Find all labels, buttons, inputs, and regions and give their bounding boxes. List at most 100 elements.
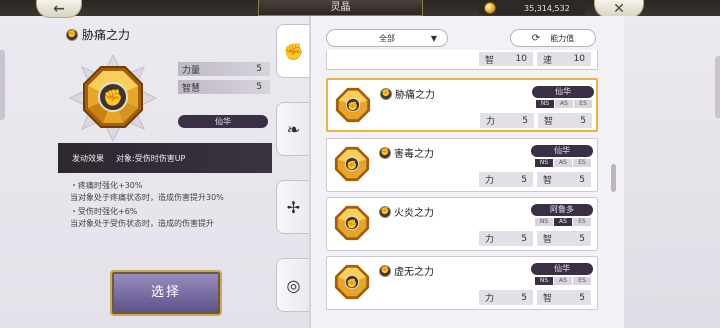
stat-value: 10 [573,54,585,64]
tab-swirl[interactable]: ❧ [276,102,310,156]
crystal-emblem-icon: ✊ [379,205,391,218]
sort-button[interactable]: ⟳ 能力值 [510,29,596,47]
item-name-text: 害毒之力 [394,149,434,160]
close-icon: ✕ [613,0,625,17]
filter-label: 全部 [379,33,395,43]
class-badge: 阿鲁多 [531,204,593,216]
detail-title: ✊ 胁痛之力 [66,26,130,43]
effect-header: 发动效果 对象:受伤时伤害UP [58,143,272,173]
class-badge: 仙华 [531,145,593,157]
swirl-icon: ❧ [286,119,301,139]
stat-label: 速 [543,55,553,66]
item-name: ✊ 火炎之力 [379,204,434,219]
attr-as: AS [554,159,572,167]
item-name: ✊ 虚无之力 [379,263,434,278]
stat-int: 智 5 [538,113,592,128]
attr-ns: NS [536,100,554,108]
crystal-gem-image: ✊ [68,53,158,143]
stat-label: 力 [485,294,495,304]
stat-int: 智 10 [479,52,533,66]
stat-value: 5 [579,233,585,244]
stat-power: 力 5 [479,290,533,305]
svg-text:✊: ✊ [103,88,123,107]
stat-int: 智 5 [537,172,591,187]
gem-icon: ✊ [68,53,158,143]
class-badge: 仙华 [532,86,594,98]
svg-text:✊: ✊ [347,219,358,230]
class-badge: 仙华 [531,263,593,275]
left-edge-strip [0,50,5,120]
effect-item: ・疼痛时强化+30% 当对象处于疼痛状态时，造成伤害提升30% [70,180,224,204]
list-item[interactable]: ✊ ✊ 虚无之力 仙华 NS AS ES 力 5 智 5 [326,256,598,310]
attr-ns: NS [535,218,553,226]
stat-power: 力 5 [480,113,534,128]
item-name: ✊ 害毒之力 [379,145,434,160]
svg-text:✊: ✊ [347,278,358,289]
stat-label: 力 [486,117,496,127]
stat-value: 5 [256,82,262,92]
attr-badges: NS AS ES [535,159,592,167]
refresh-icon: ⟳ [531,32,541,44]
vortex-icon: ◎ [286,275,301,295]
back-button[interactable]: ← [36,0,82,18]
stat-value: 5 [256,64,262,74]
effect-item: ・受伤时强化+6% 当对象处于受伤状态时，造成的伤害提升 [70,206,214,230]
svg-text:✊: ✊ [348,101,359,112]
attr-ns: NS [535,277,553,285]
select-button[interactable]: 选择 [110,270,222,316]
attr-as: AS [555,100,573,108]
tab-fist[interactable]: ✊ [276,24,310,78]
stat-power: 力 5 [479,231,533,246]
stat-label: 智慧 [182,83,201,94]
effect-title: ・受伤时强化+6% [70,207,138,216]
chevron-down-icon: ▼ [430,34,437,43]
gem-icon: ✊ [334,264,370,300]
stat-value: 5 [521,174,527,185]
stat-label: 力量 [182,65,201,76]
effect-target: 对象:受伤时伤害UP [116,153,186,163]
list-item[interactable]: ✊ ✊ 害毒之力 仙华 NS AS ES 力 5 智 5 [326,138,598,192]
svg-text:✊: ✊ [347,160,358,171]
list-scrollbar[interactable] [611,164,616,192]
stat-int: 智 5 [537,290,591,305]
fist-icon: ✊ [283,41,304,61]
item-name: ✊ 胁痛之力 [380,86,435,101]
stat-value: 5 [579,174,585,185]
crystal-emblem-icon: ✊ [380,87,392,100]
item-name-text: 胁痛之力 [395,90,435,101]
stat-power: 力 5 [479,172,533,187]
attr-badges: NS AS ES [536,100,593,108]
stat-int: 智 5 [537,231,591,246]
back-arrow-icon: ← [53,0,65,17]
attr-es: ES [573,218,591,226]
stat-label: 力 [485,176,495,186]
currency-value: 35,314,532 [524,3,570,13]
page-title: 灵晶 [258,0,423,16]
sort-label: 能力值 [550,33,575,43]
attr-es: ES [573,277,591,285]
right-margin [624,16,720,328]
crystal-emblem-icon: ✊ [66,28,78,41]
stat-label: 智 [543,176,553,186]
crystal-emblem-icon: ✊ [379,146,391,159]
stat-row-strength: 力量 5 [178,62,270,76]
stat-label: 智 [543,235,553,245]
list-item[interactable]: ✊ ✊ 火炎之力 阿鲁多 NS AS ES 力 5 智 5 [326,197,598,251]
right-edge-strip [715,56,720,118]
stat-label: 智 [485,55,495,66]
list-item[interactable]: ✊ ✊ 胁痛之力 仙华 NS AS ES 力 5 智 5 [326,78,598,132]
stat-row-wisdom: 智慧 5 [178,80,270,94]
stat-value: 5 [521,292,527,303]
effect-desc: 当对象处于受伤状态时，造成的伤害提升 [70,219,214,228]
attr-badges: NS AS ES [535,277,592,285]
filter-dropdown[interactable]: 全部 ▼ [326,29,448,47]
item-name-text: 虚无之力 [394,267,434,278]
attr-as: AS [554,277,572,285]
attr-badges: NS AS ES [535,218,592,226]
list-item-partial[interactable]: 智 10 速 10 [326,50,598,70]
tab-vortex[interactable]: ◎ [276,258,310,312]
stat-label: 智 [543,294,553,304]
coin-icon [484,2,496,14]
tab-cross-sword[interactable]: ✢ [276,180,310,234]
gem-icon: ✊ [334,205,370,241]
